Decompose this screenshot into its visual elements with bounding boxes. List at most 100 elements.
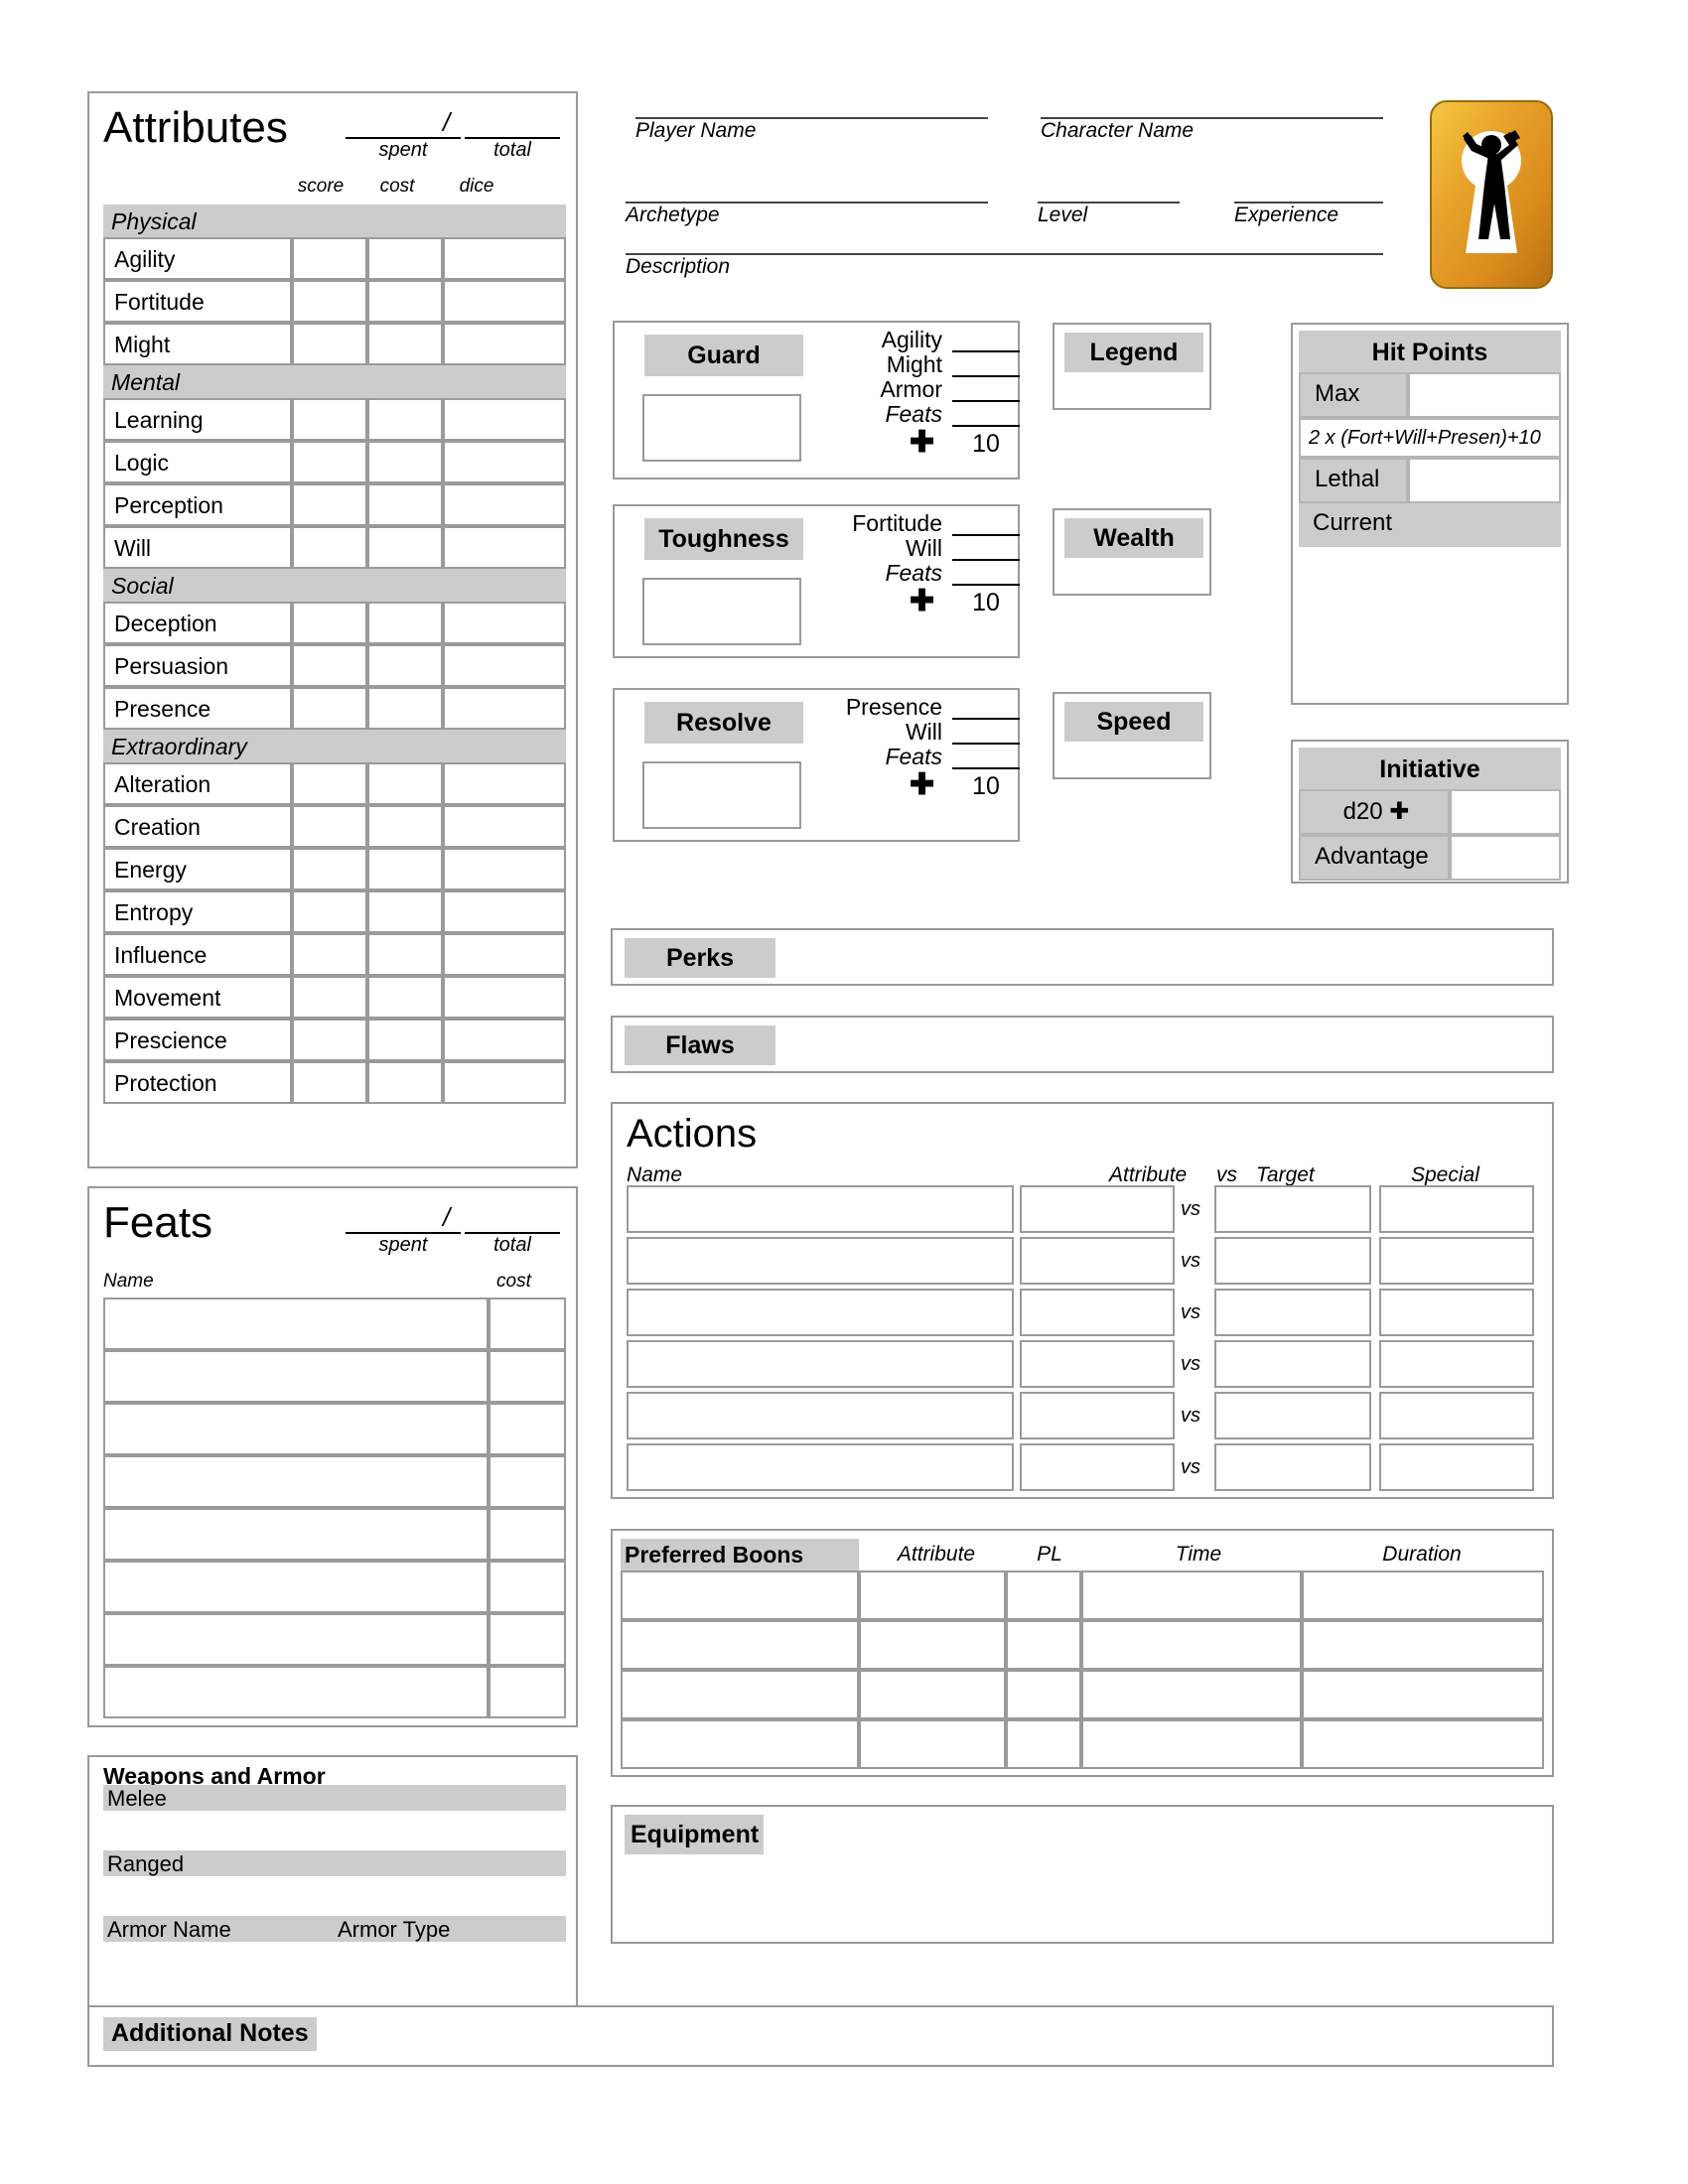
action-special-input[interactable] [1379, 1289, 1534, 1336]
attribute-score-input[interactable] [292, 933, 367, 976]
action-target-input[interactable] [1214, 1185, 1371, 1233]
action-name-input[interactable] [627, 1443, 1014, 1491]
attribute-dice-input[interactable] [443, 805, 566, 848]
description-line[interactable] [626, 253, 1383, 255]
action-attribute-input[interactable] [1020, 1185, 1175, 1233]
feat-cost-input[interactable] [489, 1403, 566, 1455]
attribute-cost-input[interactable] [367, 933, 443, 976]
attribute-score-input[interactable] [292, 805, 367, 848]
feat-cost-input[interactable] [489, 1350, 566, 1403]
attribute-dice-input[interactable] [443, 848, 566, 890]
action-special-input[interactable] [1379, 1443, 1534, 1491]
attribute-score-input[interactable] [292, 602, 367, 644]
attribute-cost-input[interactable] [367, 976, 443, 1019]
guard-mod-agility-line[interactable] [952, 350, 1020, 352]
feat-name-input[interactable] [103, 1613, 489, 1666]
feat-name-input[interactable] [103, 1403, 489, 1455]
flaws-entry-area[interactable] [781, 1022, 1546, 1069]
action-target-input[interactable] [1214, 1289, 1371, 1336]
perks-entry-area[interactable] [781, 934, 1546, 982]
resolve-mod-presence-line[interactable] [952, 718, 1020, 720]
attribute-score-input[interactable] [292, 441, 367, 483]
additional-notes-entry-area[interactable] [407, 2013, 1539, 2061]
boon-name-input[interactable] [621, 1719, 859, 1769]
attribute-cost-input[interactable] [367, 237, 443, 280]
feat-cost-input[interactable] [489, 1508, 566, 1561]
boon-name-input[interactable] [621, 1570, 859, 1620]
action-name-input[interactable] [627, 1340, 1014, 1388]
attribute-score-input[interactable] [292, 323, 367, 365]
attribute-score-input[interactable] [292, 398, 367, 441]
attribute-cost-input[interactable] [367, 526, 443, 569]
action-special-input[interactable] [1379, 1392, 1534, 1439]
feat-cost-input[interactable] [489, 1561, 566, 1613]
attribute-dice-input[interactable] [443, 280, 566, 323]
feat-name-input[interactable] [103, 1666, 489, 1718]
action-attribute-input[interactable] [1020, 1340, 1175, 1388]
feat-cost-input[interactable] [489, 1297, 566, 1350]
guard-value-input[interactable] [642, 394, 801, 462]
attribute-dice-input[interactable] [443, 933, 566, 976]
boon-duration-input[interactable] [1302, 1719, 1544, 1769]
attribute-cost-input[interactable] [367, 323, 443, 365]
attribute-cost-input[interactable] [367, 483, 443, 526]
equipment-entry-area[interactable] [625, 1860, 1538, 1938]
toughness-mod-feats-line[interactable] [952, 584, 1020, 586]
attribute-cost-input[interactable] [367, 441, 443, 483]
boon-pl-input[interactable] [1006, 1719, 1081, 1769]
attribute-score-input[interactable] [292, 762, 367, 805]
feat-cost-input[interactable] [489, 1455, 566, 1508]
hp-lethal-input[interactable] [1408, 458, 1561, 503]
attribute-dice-input[interactable] [443, 976, 566, 1019]
initiative-advantage-input[interactable] [1450, 835, 1561, 881]
attribute-cost-input[interactable] [367, 280, 443, 323]
attribute-cost-input[interactable] [367, 644, 443, 687]
boon-duration-input[interactable] [1302, 1670, 1544, 1719]
boon-pl-input[interactable] [1006, 1620, 1081, 1670]
feat-name-input[interactable] [103, 1455, 489, 1508]
attribute-score-input[interactable] [292, 280, 367, 323]
action-name-input[interactable] [627, 1185, 1014, 1233]
attribute-dice-input[interactable] [443, 398, 566, 441]
boon-time-input[interactable] [1081, 1620, 1302, 1670]
boon-name-input[interactable] [621, 1620, 859, 1670]
action-attribute-input[interactable] [1020, 1237, 1175, 1285]
attribute-dice-input[interactable] [443, 1019, 566, 1061]
attribute-score-input[interactable] [292, 483, 367, 526]
action-attribute-input[interactable] [1020, 1289, 1175, 1336]
attribute-score-input[interactable] [292, 890, 367, 933]
attribute-dice-input[interactable] [443, 526, 566, 569]
resolve-value-input[interactable] [642, 761, 801, 829]
action-attribute-input[interactable] [1020, 1392, 1175, 1439]
attribute-dice-input[interactable] [443, 762, 566, 805]
resolve-mod-will-line[interactable] [952, 743, 1020, 745]
boon-duration-input[interactable] [1302, 1570, 1544, 1620]
attribute-cost-input[interactable] [367, 1019, 443, 1061]
melee-entry-area[interactable] [103, 1811, 566, 1850]
attribute-score-input[interactable] [292, 687, 367, 730]
boon-time-input[interactable] [1081, 1719, 1302, 1769]
feat-name-input[interactable] [103, 1508, 489, 1561]
guard-mod-armor-line[interactable] [952, 400, 1020, 402]
attribute-score-input[interactable] [292, 1061, 367, 1104]
boon-attribute-input[interactable] [859, 1719, 1006, 1769]
boon-pl-input[interactable] [1006, 1670, 1081, 1719]
action-target-input[interactable] [1214, 1340, 1371, 1388]
attribute-cost-input[interactable] [367, 1061, 443, 1104]
attribute-score-input[interactable] [292, 526, 367, 569]
attribute-cost-input[interactable] [367, 398, 443, 441]
attribute-score-input[interactable] [292, 976, 367, 1019]
attribute-score-input[interactable] [292, 237, 367, 280]
attribute-dice-input[interactable] [443, 644, 566, 687]
attribute-cost-input[interactable] [367, 890, 443, 933]
attribute-dice-input[interactable] [443, 483, 566, 526]
boon-attribute-input[interactable] [859, 1670, 1006, 1719]
feat-name-input[interactable] [103, 1297, 489, 1350]
toughness-mod-will-line[interactable] [952, 559, 1020, 561]
action-name-input[interactable] [627, 1392, 1014, 1439]
attribute-dice-input[interactable] [443, 237, 566, 280]
hp-current-track-area[interactable] [1299, 547, 1561, 701]
attribute-dice-input[interactable] [443, 1061, 566, 1104]
guard-mod-might-line[interactable] [952, 375, 1020, 377]
attribute-dice-input[interactable] [443, 323, 566, 365]
